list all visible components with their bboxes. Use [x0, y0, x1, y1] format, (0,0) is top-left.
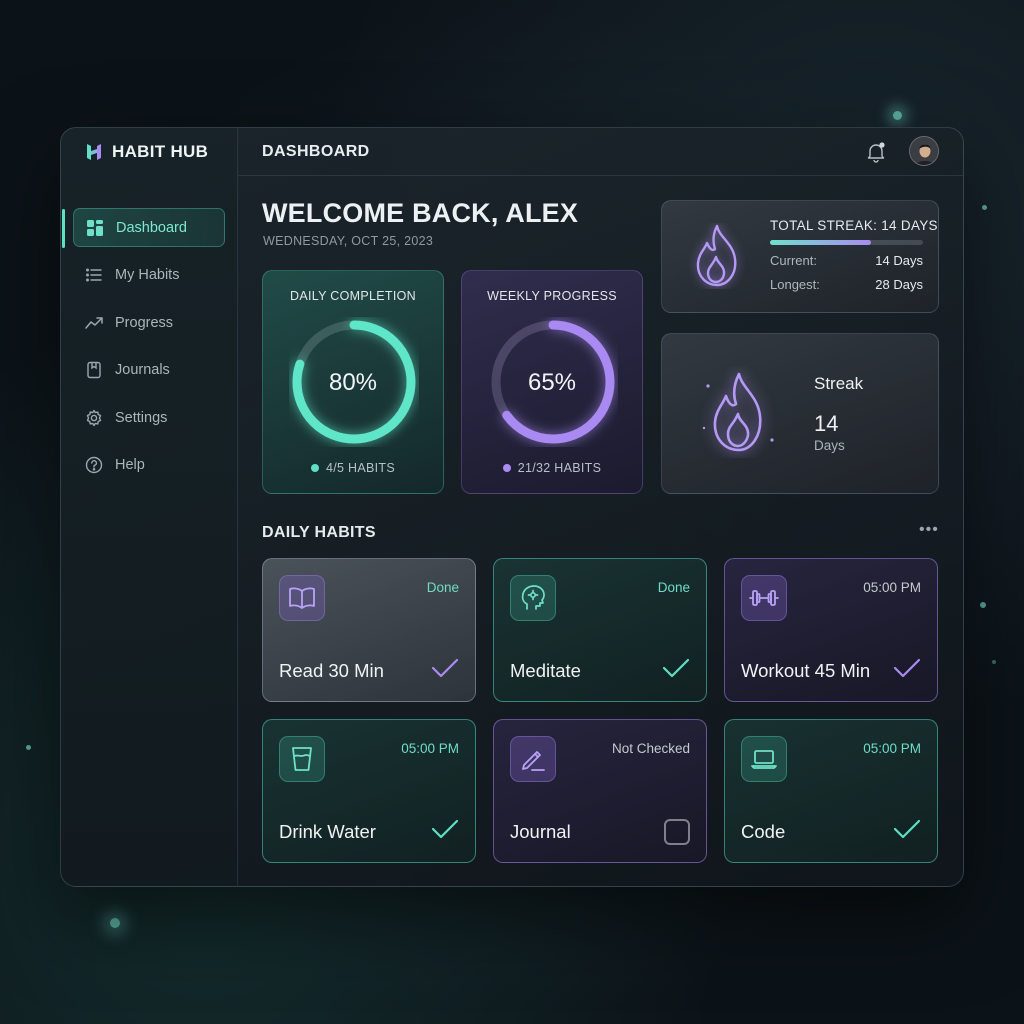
- sidebar-nav: Dashboard My Habits Progress Journals Se…: [62, 208, 225, 493]
- book-icon: [279, 575, 325, 621]
- weekly-progress-value: 65%: [527, 369, 577, 396]
- habit-card-drink-water[interactable]: 05:00 PM Drink Water: [262, 719, 476, 863]
- weekly-progress-count: 21/32 HABITS: [517, 461, 602, 475]
- habit-name: Workout 45 Min: [741, 660, 871, 681]
- weekly-progress-card[interactable]: WEEKLY PROGRESS 65% 21/32 HABITS: [461, 270, 643, 494]
- flame-icon: [696, 224, 737, 287]
- total-streak-title: TOTAL STREAK: 14 DAYS: [770, 218, 938, 233]
- daily-completion-value: 80%: [328, 369, 378, 396]
- habit-card-meditate[interactable]: Done Meditate: [493, 558, 707, 702]
- unchecked-checkbox[interactable]: [664, 819, 690, 845]
- habit-status: Done: [657, 580, 690, 595]
- background-sparkle: [110, 918, 120, 928]
- current-streak-value: 14 Days: [875, 253, 923, 268]
- total-streak-card[interactable]: TOTAL STREAK: 14 DAYS Current: 14 Days L…: [661, 200, 939, 313]
- longest-streak-label: Longest:: [770, 277, 820, 292]
- habit-name: Read 30 Min: [279, 660, 384, 681]
- active-indicator: [62, 209, 65, 248]
- journal-icon: [85, 361, 103, 379]
- background-sparkle: [893, 111, 902, 120]
- current-streak-row: Current: 14 Days: [770, 253, 923, 268]
- pen-icon: [510, 736, 556, 782]
- check-icon[interactable]: [431, 818, 459, 840]
- dumbbell-icon: [741, 575, 787, 621]
- sidebar-item-label: Dashboard: [116, 219, 187, 236]
- sidebar-item-dashboard[interactable]: Dashboard: [62, 208, 225, 248]
- welcome-heading: WELCOME BACK, ALEX: [262, 198, 579, 228]
- background-sparkle: [26, 745, 31, 750]
- habit-name: Meditate: [510, 660, 581, 681]
- habit-status: 05:00 PM: [863, 741, 921, 756]
- purple-bullet: [502, 464, 511, 472]
- background-sparkle: [992, 660, 996, 664]
- list-icon: [85, 266, 103, 284]
- habit-name: Drink Water: [279, 821, 376, 842]
- flame-icon: [702, 372, 774, 452]
- avatar[interactable]: [909, 136, 939, 166]
- notification-button[interactable]: [865, 141, 887, 168]
- sidebar: HABIT HUB Dashboard My Habits Progress J…: [61, 128, 238, 886]
- check-icon[interactable]: [431, 657, 459, 679]
- sidebar-item-settings[interactable]: Settings: [73, 398, 225, 437]
- top-header: DASHBOARD: [238, 128, 963, 176]
- weekly-progress-footer: 21/32 HABITS: [462, 461, 642, 475]
- daily-completion-card[interactable]: DAILY COMPLETION 80% 4/5 HABITS: [262, 270, 444, 494]
- habit-status: 05:00 PM: [401, 741, 459, 756]
- glass-icon: [279, 736, 325, 782]
- sidebar-item-my-habits[interactable]: My Habits: [73, 256, 225, 295]
- streak-unit: Days: [814, 438, 845, 453]
- app-name: HABIT HUB: [112, 142, 209, 161]
- streak-label: Streak: [814, 374, 864, 393]
- habit-card-read[interactable]: Done Read 30 Min: [262, 558, 476, 702]
- habit-status: Not Checked: [611, 741, 690, 756]
- bell-icon: [867, 142, 885, 163]
- sidebar-item-help[interactable]: Help: [73, 446, 225, 485]
- habit-hub-logo-icon: [87, 144, 101, 160]
- habit-card-journal[interactable]: Not Checked Journal: [493, 719, 707, 863]
- background-sparkle: [980, 602, 986, 608]
- habit-status: 05:00 PM: [863, 580, 921, 595]
- gear-icon: [85, 409, 103, 427]
- brain-icon: [510, 575, 556, 621]
- sidebar-item-progress[interactable]: Progress: [73, 303, 225, 342]
- daily-completion-footer: 4/5 HABITS: [263, 461, 443, 475]
- longest-streak-row: Longest: 28 Days: [770, 277, 923, 292]
- current-date: WEDNESDAY, OCT 25, 2023: [263, 234, 434, 248]
- sidebar-item-label: Help: [115, 457, 145, 473]
- total-streak-progress-fill: [770, 240, 871, 245]
- habit-card-code[interactable]: 05:00 PM Code: [724, 719, 938, 863]
- brand[interactable]: HABIT HUB: [85, 142, 208, 162]
- app-window: HABIT HUB Dashboard My Habits Progress J…: [60, 127, 964, 887]
- teal-bullet: [311, 464, 319, 472]
- sidebar-item-label: My Habits: [115, 267, 180, 283]
- current-streak-label: Current:: [770, 253, 817, 268]
- streak-number: 14: [814, 411, 839, 436]
- daily-habits-title: DAILY HABITS: [262, 524, 376, 541]
- streak-card[interactable]: Streak 14 Days: [661, 333, 939, 494]
- habit-card-workout[interactable]: 05:00 PM Workout 45 Min: [724, 558, 938, 702]
- check-icon[interactable]: [662, 657, 690, 679]
- daily-completion-count: 4/5 HABITS: [326, 461, 395, 475]
- check-icon[interactable]: [893, 818, 921, 840]
- sidebar-item-journals[interactable]: Journals: [73, 351, 225, 390]
- sidebar-item-label: Progress: [115, 314, 174, 331]
- habit-name: Code: [741, 821, 786, 842]
- habit-status: Done: [426, 580, 459, 595]
- check-icon[interactable]: [893, 657, 921, 679]
- grid-icon: [86, 219, 104, 237]
- help-icon: [85, 456, 103, 474]
- laptop-icon: [741, 736, 787, 782]
- sidebar-item-label: Settings: [115, 409, 168, 426]
- background-sparkle: [982, 205, 987, 210]
- total-streak-progress-bar: [770, 240, 923, 245]
- longest-streak-value: 28 Days: [875, 277, 923, 292]
- card-title: DAILY COMPLETION: [290, 289, 416, 303]
- sidebar-item-label: Journals: [115, 362, 170, 378]
- habit-name: Journal: [510, 821, 571, 842]
- page-title: DASHBOARD: [262, 143, 370, 160]
- more-options-button[interactable]: •••: [919, 521, 939, 539]
- trend-icon: [85, 314, 103, 332]
- card-title: WEEKLY PROGRESS: [487, 289, 617, 303]
- user-avatar-image: [910, 137, 938, 165]
